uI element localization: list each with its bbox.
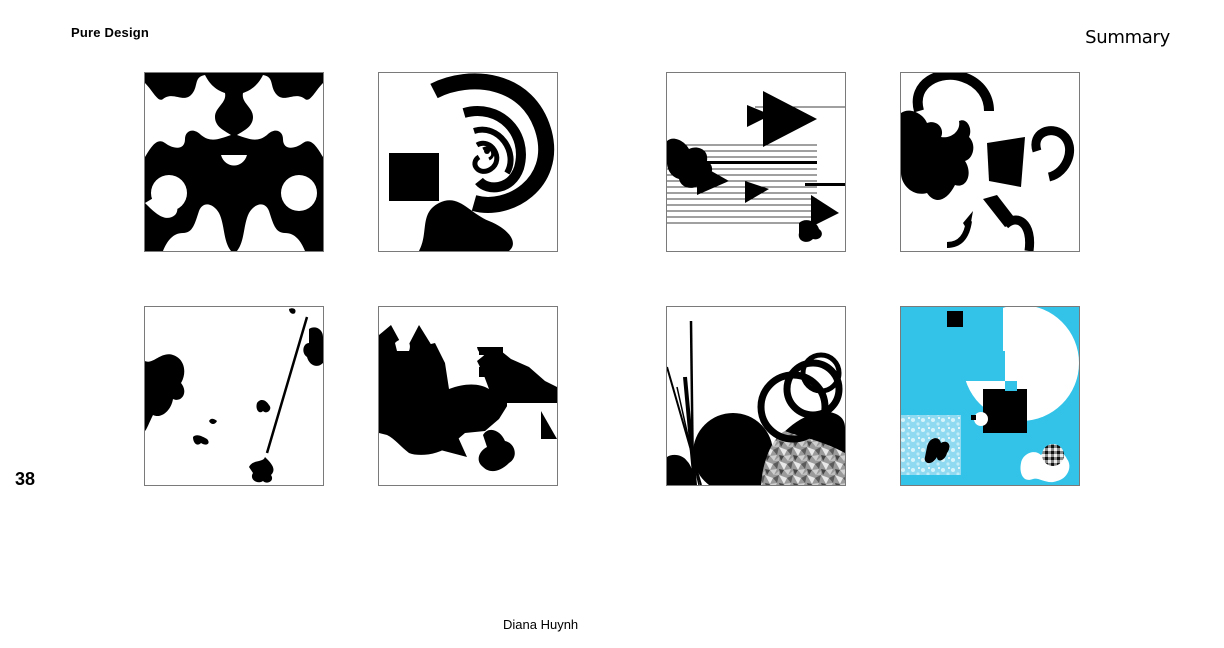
broken-rings-artwork — [901, 73, 1075, 251]
artwork-panel-6 — [378, 306, 558, 486]
cyan-collage-artwork — [901, 307, 1079, 485]
triangles-and-blocks-artwork — [379, 325, 557, 472]
artwork-panel-4 — [900, 72, 1080, 252]
circles-and-textures-artwork — [667, 320, 845, 485]
triangles-and-lines-artwork — [667, 91, 845, 242]
spiral-arcs-artwork — [389, 73, 554, 251]
symmetric-blob-artwork — [145, 73, 323, 251]
author-name: Diana Huynh — [503, 617, 579, 632]
artwork-panel-1 — [144, 72, 324, 252]
scattered-splats-artwork — [145, 308, 323, 483]
artwork-panel-7 — [666, 306, 846, 486]
artwork-panel-8 — [900, 306, 1080, 486]
artwork-panel-3 — [666, 72, 846, 252]
section-title: Pure Design — [71, 25, 150, 40]
page-number: 38 — [15, 469, 36, 489]
page-title: Summary — [1085, 27, 1170, 48]
artwork-panel-5 — [144, 306, 324, 486]
artwork-panel-2 — [378, 72, 558, 252]
